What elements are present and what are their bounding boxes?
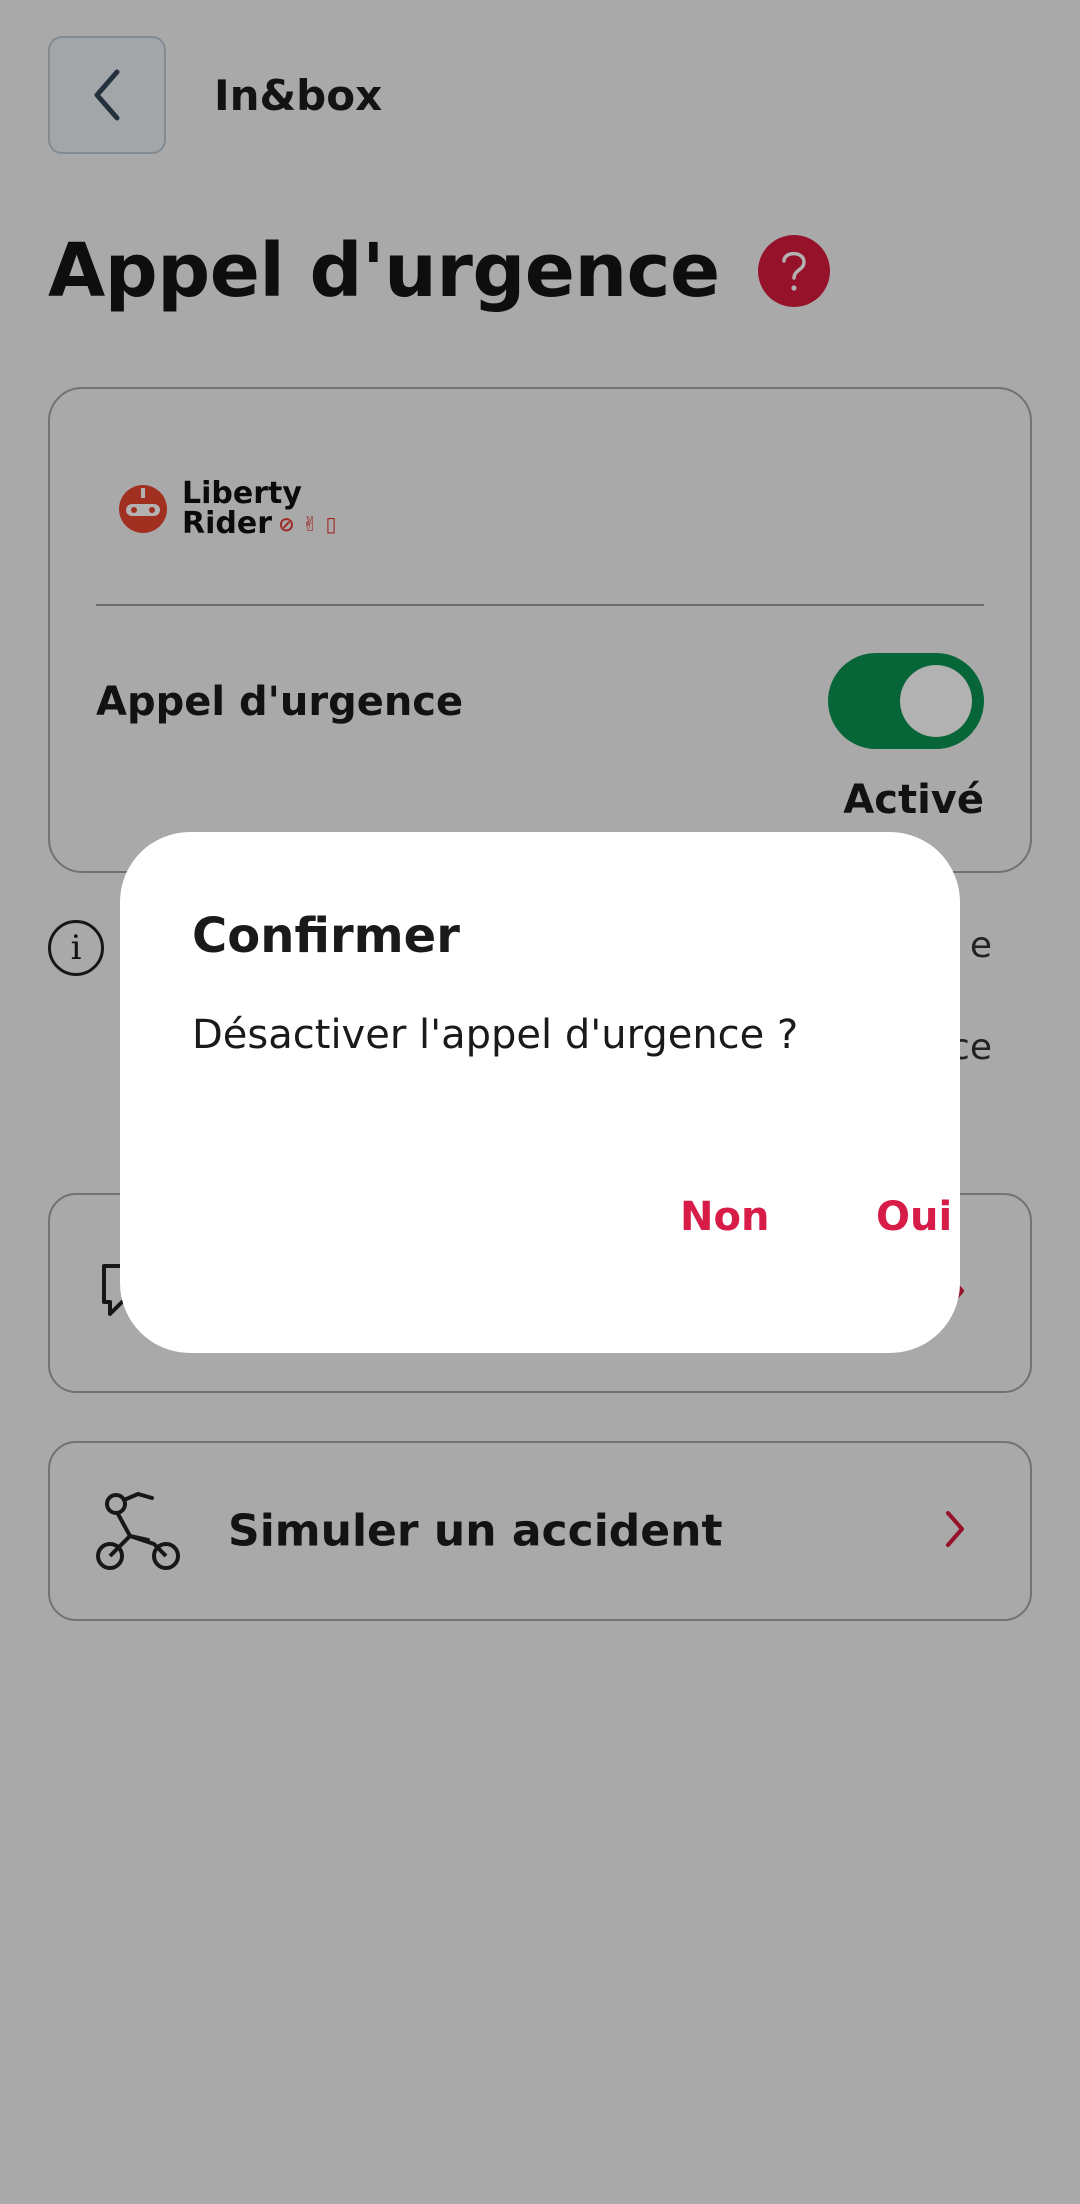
confirm-button[interactable]: Oui [858,1184,970,1250]
dialog-message: Désactiver l'appel d'urgence ? [192,1012,799,1058]
dialog-title: Confirmer [192,908,460,964]
confirm-dialog: Confirmer Désactiver l'appel d'urgence ?… [120,832,960,1353]
cancel-button[interactable]: Non [662,1184,787,1250]
